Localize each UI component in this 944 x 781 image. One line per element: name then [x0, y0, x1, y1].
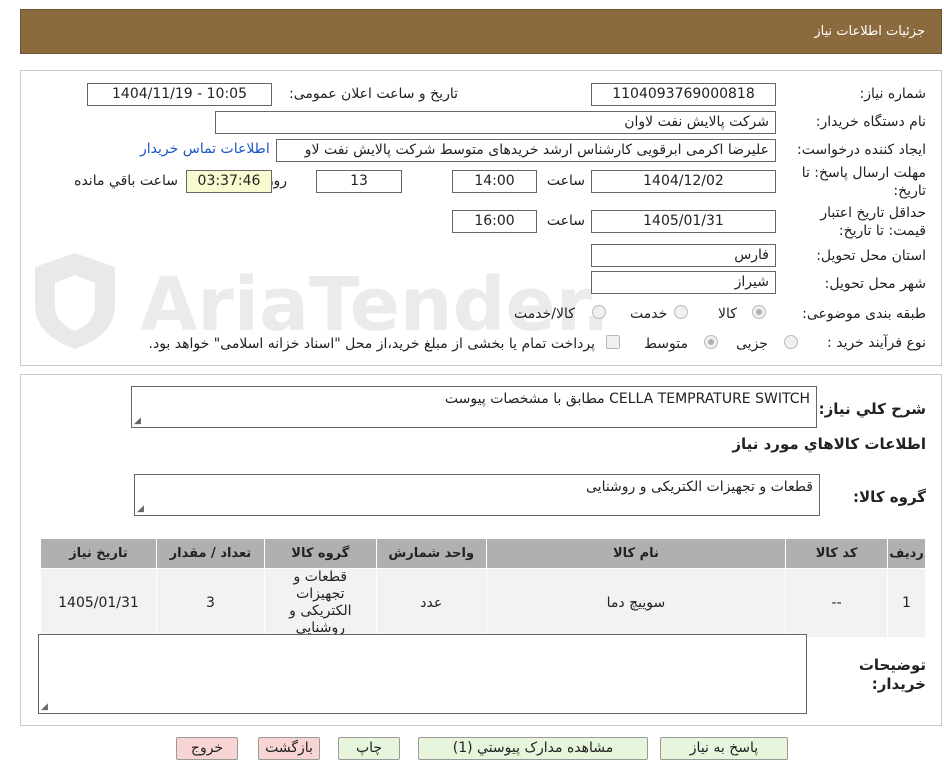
province-label: استان محل تحویل: — [816, 248, 926, 264]
col-item-name: نام کالا — [485, 538, 787, 569]
cell-unit: عدد — [375, 568, 487, 638]
buyer-notes-label-2: خریدار: — [871, 675, 926, 693]
print-button[interactable]: چاپ — [338, 737, 400, 760]
process-type-label: نوع فرآیند خرید : — [827, 335, 926, 351]
col-row-number: ردیف — [887, 538, 926, 569]
deadline-date-field[interactable]: 1404/12/02 — [591, 170, 776, 193]
need-number-field[interactable]: 1104093769000818 — [591, 83, 776, 106]
cell-item-code: -- — [785, 568, 889, 638]
col-quantity: تعداد / مقدار — [156, 538, 265, 569]
col-item-group: گروه کالا — [263, 538, 377, 569]
province-field[interactable]: فارس — [591, 244, 776, 267]
treasury-payment-checkbox[interactable] — [606, 335, 620, 349]
col-item-code: کد کالا — [785, 538, 889, 569]
category-label: طبقه بندی موضوعی: — [802, 306, 926, 322]
category-both-label: کالا/خدمت — [514, 306, 575, 322]
category-service-radio[interactable] — [674, 305, 688, 319]
col-need-date: تاریخ نیاز — [40, 538, 157, 569]
category-service-label: خدمت — [630, 306, 668, 322]
category-goods-label: کالا — [718, 306, 737, 322]
deadline-time-field[interactable]: 14:00 — [452, 170, 537, 193]
validity-label: حداقل تاریخ اعتبار — [820, 205, 926, 221]
city-field[interactable]: شیراز — [591, 271, 776, 294]
category-both-radio[interactable] — [592, 305, 606, 319]
process-minor-radio[interactable] — [784, 335, 798, 349]
treasury-payment-note: پرداخت تمام یا بخشی از مبلغ خرید،از محل … — [148, 336, 595, 352]
goods-group-field[interactable]: قطعات و تجهیزات الکتریکی و روشنایی ◢ — [134, 474, 820, 516]
general-description-text: CELLA TEMPRATURE SWITCH مطابق با مشخصات … — [444, 391, 810, 407]
cell-item-group: قطعات و تجهیزات الکتریکی و روشنایی — [263, 568, 377, 638]
deadline-label-2: تاریخ: — [893, 183, 926, 199]
resize-grip-icon[interactable]: ◢ — [41, 702, 48, 712]
table-row[interactable]: 1 -- سوییچ دما عدد قطعات و تجهیزات الکتر… — [40, 568, 926, 638]
days-remaining-field[interactable]: 13 — [316, 170, 402, 193]
category-goods-radio[interactable] — [752, 305, 766, 319]
cell-need-date: 1405/01/31 — [40, 568, 157, 638]
view-attachments-button[interactable]: مشاهده مدارک پیوستي (1) — [418, 737, 648, 760]
validity-label-2: قیمت: تا تاریخ: — [838, 223, 926, 239]
time-remaining-field[interactable]: 03:37:46 — [186, 170, 272, 193]
validity-time-label: ساعت — [546, 213, 585, 229]
announce-date-field[interactable]: 1404/11/19 - 10:05 — [87, 83, 272, 106]
buyer-org-field[interactable]: شرکت پالایش نفت لاوان — [215, 111, 776, 134]
resize-grip-icon[interactable]: ◢ — [137, 504, 144, 514]
page-title: جزئیات اطلاعات نیاز — [814, 24, 925, 39]
deadline-label: مهلت ارسال پاسخ: تا — [801, 165, 926, 181]
creator-field[interactable]: علیرضا اکرمی ابرقویی کارشناس ارشد خریدها… — [276, 139, 776, 162]
col-unit: واحد شمارش — [375, 538, 487, 569]
reply-to-need-button[interactable]: پاسخ به نیاز — [660, 737, 788, 760]
page-header: جزئیات اطلاعات نیاز — [20, 9, 942, 54]
cell-quantity: 3 — [156, 568, 265, 638]
buyer-notes-field[interactable]: ◢ — [38, 634, 807, 714]
exit-button[interactable]: خروج — [176, 737, 238, 760]
validity-time-field[interactable]: 16:00 — [452, 210, 537, 233]
buyer-contact-link[interactable]: اطلاعات تماس خریدار — [140, 141, 270, 157]
need-number-label: شماره نیاز: — [859, 86, 927, 102]
general-description-label: شرح کلي نیاز: — [818, 400, 926, 418]
process-medium-label: متوسط — [644, 336, 688, 352]
time-remaining-label: ساعت باقي مانده — [74, 173, 178, 189]
buyer-org-label: نام دستگاه خریدار: — [815, 114, 926, 130]
creator-label: ایجاد کننده درخواست: — [797, 142, 926, 158]
city-label: شهر محل تحویل: — [824, 276, 926, 292]
table-header-row: ردیف کد کالا نام کالا واحد شمارش گروه کا… — [40, 538, 926, 569]
buyer-notes-label: توضیحات — [858, 656, 926, 674]
validity-date-field[interactable]: 1405/01/31 — [591, 210, 776, 233]
deadline-time-label: ساعت — [546, 173, 585, 189]
general-description-field[interactable]: CELLA TEMPRATURE SWITCH مطابق با مشخصات … — [131, 386, 817, 428]
back-button[interactable]: بازگشت — [258, 737, 320, 760]
goods-table: ردیف کد کالا نام کالا واحد شمارش گروه کا… — [40, 538, 926, 638]
announce-date-label: تاریخ و ساعت اعلان عمومی: — [289, 86, 458, 102]
goods-group-label: گروه کالا: — [853, 488, 926, 506]
cell-item-name: سوییچ دما — [485, 568, 787, 638]
process-minor-label: جزیی — [736, 336, 768, 352]
process-medium-radio[interactable] — [704, 335, 718, 349]
goods-info-title: اطلاعات کالاهاي مورد نیاز — [732, 435, 926, 453]
cell-row-number: 1 — [887, 568, 926, 638]
resize-grip-icon[interactable]: ◢ — [134, 416, 141, 426]
goods-group-text: قطعات و تجهیزات الکتریکی و روشنایی — [586, 479, 813, 495]
